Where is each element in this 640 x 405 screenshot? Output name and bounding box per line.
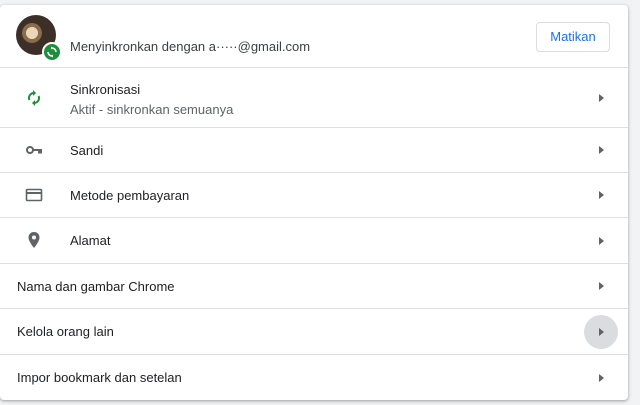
settings-row-manage-people[interactable]: Kelola orang lain [0,308,628,354]
chevron-right-icon [599,282,604,290]
settings-row-label: Nama dan gambar Chrome [17,279,175,294]
settings-row-chrome-name-picture[interactable]: Nama dan gambar Chrome [0,263,628,308]
settings-row-label: Sandi [70,143,104,158]
settings-row-sublabel: Aktif - sinkronkan semuanya [70,102,234,117]
chevron-right-icon [599,94,604,102]
sync-icon [24,88,44,108]
settings-row-label: Metode pembayaran [70,188,190,203]
settings-row-label: Impor bookmark dan setelan [17,370,182,385]
sync-badge-icon [42,42,62,62]
account-row: Menyinkronkan dengan a·····@gmail.com Ma… [0,5,628,67]
settings-row-label: Alamat [70,233,111,248]
settings-row-addresses[interactable]: Alamat [0,217,628,263]
credit-card-icon [24,185,44,205]
settings-row-passwords[interactable]: Sandi [0,127,628,172]
settings-row-label: Kelola orang lain [17,324,114,339]
settings-row-import-bookmarks[interactable]: Impor bookmark dan setelan [0,354,628,400]
turn-off-sync-button[interactable]: Matikan [536,22,610,52]
chevron-right-icon [599,237,604,245]
settings-row-sync[interactable]: Sinkronisasi Aktif - sinkronkan semuanya [0,67,628,127]
chevron-right-icon [599,374,604,382]
location-pin-icon [24,230,44,250]
account-email-text: Menyinkronkan dengan a·····@gmail.com [70,39,311,54]
chevron-right-icon [599,328,604,336]
settings-row-payment[interactable]: Metode pembayaran [0,172,628,217]
settings-row-label: Sinkronisasi [70,82,141,97]
key-icon [24,140,44,160]
chevron-right-icon [599,191,604,199]
people-settings-card: Menyinkronkan dengan a·····@gmail.com Ma… [0,5,628,400]
chevron-right-icon [599,146,604,154]
